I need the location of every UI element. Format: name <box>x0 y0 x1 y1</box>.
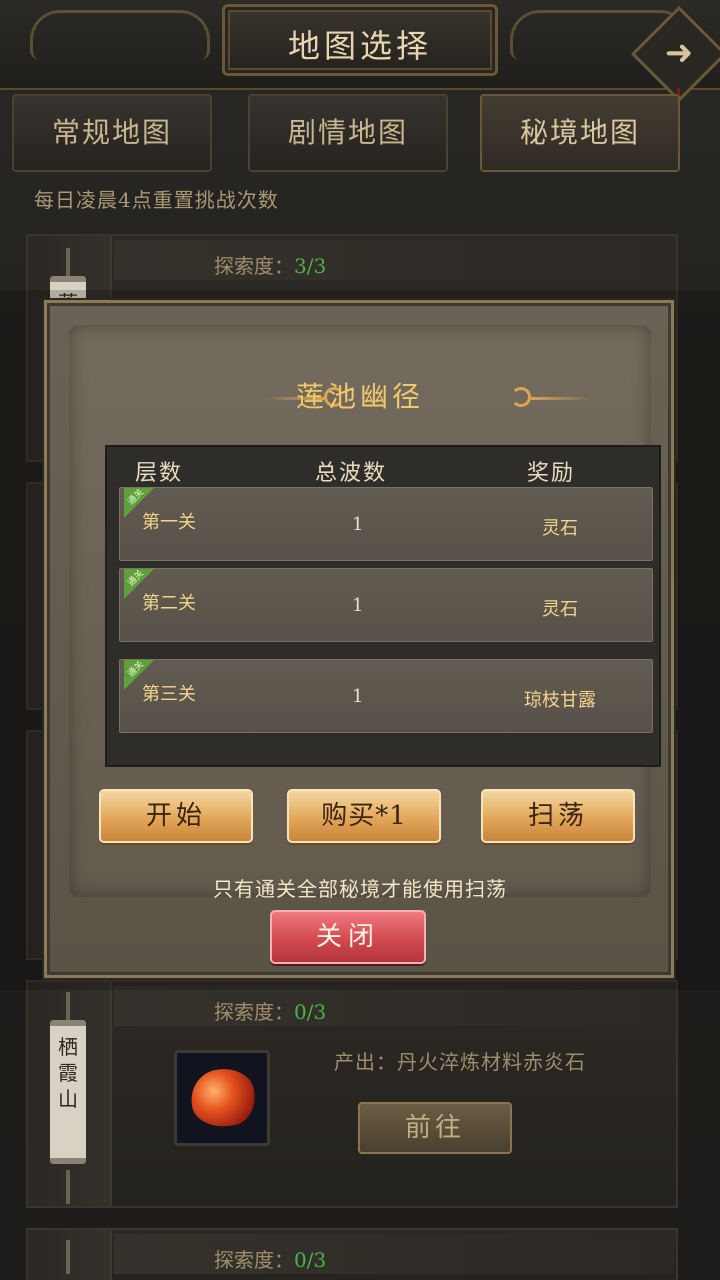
scroll-banner: 栖霞山 <box>28 982 112 1206</box>
arrow-right-icon[interactable]: ➜ <box>654 30 704 76</box>
tab-secret-map[interactable]: 秘境地图 <box>480 94 680 172</box>
scroll-rod <box>66 1240 70 1274</box>
scroll-rod <box>66 1170 70 1204</box>
column-header-reward: 奖励 <box>527 461 576 486</box>
map-name: 栖霞山 <box>58 1035 78 1111</box>
tab-story-map[interactable]: 剧情地图 <box>248 94 448 172</box>
reward-name: 琼枝甘露 <box>524 690 596 711</box>
explore-value: 0/3 <box>294 1000 327 1024</box>
stage-dialog: 莲池幽径 层数 总波数 奖励 通关 第一关 1 灵石 通关 第二关 1 灵石 通… <box>44 300 674 978</box>
cloud-ornament-icon <box>30 10 210 60</box>
item-frame[interactable] <box>174 1050 270 1146</box>
goto-button[interactable]: 前往 <box>358 1102 512 1154</box>
red-flame-stone-icon <box>185 1062 261 1134</box>
dialog-title: 莲池幽径 <box>295 380 424 413</box>
table-row[interactable]: 通关 第二关 1 灵石 <box>119 568 653 642</box>
map-card-qixia[interactable]: 栖霞山 探索度：0/3 产出：丹火淬炼材料赤炎石 前往 <box>26 980 678 1208</box>
dialog-panel: 莲池幽径 层数 总波数 奖励 通关 第一关 1 灵石 通关 第二关 1 灵石 通… <box>69 325 661 901</box>
explore-value: 3/3 <box>294 254 327 278</box>
explore-label: 探索度：0/3 <box>214 1000 327 1024</box>
reward-name: 灵石 <box>542 599 578 620</box>
explore-strip: 探索度：0/3 <box>114 986 674 1026</box>
level-table: 层数 总波数 奖励 通关 第一关 1 灵石 通关 第二关 1 灵石 通关 第三关… <box>105 445 661 767</box>
explore-strip: 探索度：3/3 <box>114 240 674 280</box>
table-row[interactable]: 通关 第三关 1 琼枝甘露 <box>119 659 653 733</box>
header-bar: 地图选择 <box>0 0 720 90</box>
close-button[interactable]: 关闭 <box>270 910 426 964</box>
column-header-waves: 总波数 <box>315 461 388 486</box>
column-header-level: 层数 <box>135 461 184 486</box>
page-title: 地图选择 <box>287 27 432 65</box>
table-row[interactable]: 通关 第一关 1 灵石 <box>119 487 653 561</box>
title-plate: 地图选择 <box>222 4 498 76</box>
sweep-button[interactable]: 扫荡 <box>481 789 635 843</box>
sweep-tip: 只有通关全部秘境才能使用扫荡 <box>213 877 507 901</box>
reward-name: 灵石 <box>542 518 578 539</box>
scroll-banner <box>28 1230 112 1280</box>
scroll-paper: 栖霞山 <box>50 1020 86 1164</box>
explore-strip: 探索度：0/3 <box>114 1234 674 1274</box>
swirl-ornament-icon <box>511 387 531 407</box>
explore-label: 探索度：0/3 <box>214 1248 327 1272</box>
explore-label: 探索度：3/3 <box>214 254 327 278</box>
start-button[interactable]: 开始 <box>99 789 253 843</box>
reset-notice: 每日凌晨4点重置挑战次数 <box>34 188 279 212</box>
map-select-screen: 地图选择 ➜ 常规地图 剧情地图 秘境地图 每日凌晨4点重置挑战次数 莲 探索度… <box>0 0 720 1280</box>
map-card[interactable]: 探索度：0/3 <box>26 1228 678 1280</box>
buy-button[interactable]: 购买*1 <box>287 789 441 843</box>
produce-text: 产出：丹火淬炼材料赤炎石 <box>334 1050 586 1074</box>
tab-regular-map[interactable]: 常规地图 <box>12 94 212 172</box>
title-ornament-icon <box>531 397 591 400</box>
explore-value: 0/3 <box>294 1248 327 1272</box>
